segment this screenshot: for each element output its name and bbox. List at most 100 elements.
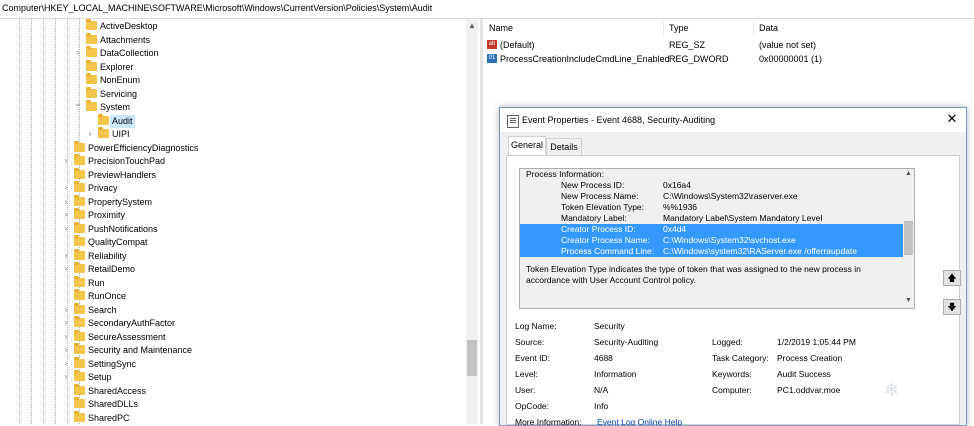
column-header-name[interactable]: Name xyxy=(489,23,513,33)
address-bar[interactable]: Computer\HKEY_LOCAL_MACHINE\SOFTWARE\Mic… xyxy=(0,0,974,19)
tree-item[interactable]: › Reliability xyxy=(0,248,460,263)
folder-icon xyxy=(74,316,85,327)
tree-item[interactable]: PreviewHandlers xyxy=(0,167,460,182)
opcode-value: Info xyxy=(594,401,609,411)
tree-item[interactable]: › Setup xyxy=(0,370,460,384)
column-separator[interactable] xyxy=(753,21,754,35)
description-scrollbar[interactable]: ▲ ▼ xyxy=(903,169,914,308)
folder-icon xyxy=(74,343,85,354)
tree-item-label: System xyxy=(100,102,131,112)
tree-item[interactable]: › UIPI xyxy=(0,127,460,141)
tree-item[interactable]: › Search xyxy=(0,302,460,317)
tree-item[interactable]: › SettingSync xyxy=(0,356,460,371)
folder-icon xyxy=(98,113,109,125)
chevron-right-icon[interactable]: › xyxy=(62,197,70,206)
previous-event-button[interactable]: 🡅 xyxy=(943,270,961,286)
chevron-right-icon[interactable]: › xyxy=(62,332,70,341)
scroll-down-icon[interactable]: ▼ xyxy=(903,297,914,304)
dialog-titlebar[interactable]: Event Properties - Event 4688, Security-… xyxy=(500,108,966,132)
tree-item-label: RetailDemo xyxy=(88,264,136,274)
tree-item[interactable]: SharedDLLs xyxy=(0,397,460,411)
tree-item-label: NonEnum xyxy=(100,75,141,85)
close-icon[interactable]: ✕ xyxy=(944,111,960,127)
column-separator[interactable] xyxy=(663,21,664,35)
tree-item-label: Security and Maintenance xyxy=(88,345,193,355)
description-scroll-thumb[interactable] xyxy=(904,221,913,255)
tree-item[interactable]: › PropertySystem xyxy=(0,194,460,209)
tree-scroll-thumb[interactable] xyxy=(467,340,477,376)
tree-item[interactable]: › PrecisionTouchPad xyxy=(0,154,460,168)
folder-icon xyxy=(74,410,85,422)
tree-item[interactable]: Run xyxy=(0,275,460,290)
tree-item[interactable]: › Proximity xyxy=(0,208,460,222)
tree-scrollbar[interactable]: ▲ xyxy=(466,19,478,424)
tree-item[interactable]: › SecondaryAuthFactor xyxy=(0,316,460,330)
tree-item[interactable]: Attachments xyxy=(0,32,460,47)
chevron-right-icon[interactable]: › xyxy=(62,183,70,192)
tab-general[interactable]: General xyxy=(508,136,546,156)
tree-item-label: SharedPC xyxy=(88,412,130,423)
tree-item[interactable]: › SecureAssessment xyxy=(0,329,460,344)
chevron-down-icon[interactable]: ⌄ xyxy=(74,99,82,108)
tree-item[interactable]: › Security and Maintenance xyxy=(0,343,460,357)
log-name-value: Security xyxy=(594,321,625,331)
chevron-right-icon[interactable]: › xyxy=(62,224,70,233)
scroll-up-icon[interactable]: ▲ xyxy=(467,21,477,30)
next-event-button[interactable]: 🡇 xyxy=(943,299,961,315)
snowflake-icon: ❄ xyxy=(884,380,900,400)
tree-item[interactable]: NonEnum xyxy=(0,73,460,87)
tree-item[interactable]: ⌄ System xyxy=(0,99,460,114)
tree-item-label: UIPI xyxy=(112,129,130,139)
tree-item[interactable]: › PushNotifications xyxy=(0,221,460,236)
description-heading: Process Information: xyxy=(526,169,604,179)
tree-item[interactable]: Servicing xyxy=(0,86,460,101)
tree-item[interactable]: RunOnce xyxy=(0,289,460,303)
logged-label: Logged: xyxy=(712,337,743,347)
chevron-right-icon[interactable]: › xyxy=(62,372,70,381)
chevron-right-icon[interactable]: › xyxy=(62,345,70,354)
event-id-value: 4688 xyxy=(594,353,613,363)
tree-item-label: QualityCompat xyxy=(88,237,148,247)
user-value: N/A xyxy=(594,385,609,395)
chevron-right-icon[interactable]: › xyxy=(62,305,70,314)
chevron-right-icon[interactable]: › xyxy=(62,251,70,260)
event-log-help-link[interactable]: Event Log Online Help xyxy=(597,417,682,425)
chevron-right-icon[interactable]: › xyxy=(74,48,82,57)
value-data: (value not set) xyxy=(759,40,817,50)
event-log-icon xyxy=(507,115,519,128)
tree-item-label: Attachments xyxy=(100,34,151,45)
chevron-right-icon[interactable]: › xyxy=(62,210,70,219)
tree-item-label: DataCollection xyxy=(100,48,159,58)
description-paragraph: accordance with User Account Control pol… xyxy=(526,275,696,285)
tree-item-label: Setup xyxy=(88,372,112,382)
tree-item[interactable]: Explorer xyxy=(0,59,460,74)
chevron-right-icon[interactable]: › xyxy=(62,156,70,165)
chevron-right-icon[interactable]: › xyxy=(62,264,70,273)
tree-item[interactable]: SharedPC xyxy=(0,410,460,425)
task-category-label: Task Category: xyxy=(712,353,769,363)
chevron-right-icon[interactable]: › xyxy=(62,318,70,327)
folder-icon xyxy=(74,140,85,152)
scroll-up-icon[interactable]: ▲ xyxy=(903,170,914,177)
chevron-right-icon[interactable]: › xyxy=(86,129,94,138)
column-header-type[interactable]: Type xyxy=(669,23,689,33)
folder-icon xyxy=(98,127,109,138)
tree-item[interactable]: SharedAccess xyxy=(0,383,460,398)
folder-icon xyxy=(74,181,85,192)
registry-tree[interactable]: ActiveDesktop Attachments › DataCollection E… xyxy=(0,19,480,424)
tree-item-label: SettingSync xyxy=(88,358,137,369)
tree-item[interactable]: › Privacy xyxy=(0,181,460,195)
tree-item[interactable]: QualityCompat xyxy=(0,235,460,249)
tab-details[interactable]: Details xyxy=(546,138,582,155)
tree-item[interactable]: › RetailDemo xyxy=(0,262,460,276)
event-description[interactable]: Process Information: New Process ID: 0x1… xyxy=(519,168,915,309)
chevron-right-icon[interactable]: › xyxy=(62,359,70,368)
tree-item[interactable]: ActiveDesktop xyxy=(0,19,460,33)
tree-item[interactable]: PowerEfficiencyDiagnostics xyxy=(0,140,460,155)
tree-item[interactable]: Audit xyxy=(0,113,460,128)
level-label: Level: xyxy=(515,369,538,379)
column-header-data[interactable]: Data xyxy=(759,23,778,33)
dword-value-icon: 01 xyxy=(487,54,497,63)
tree-item[interactable]: › DataCollection xyxy=(0,46,460,60)
tree-item-label: Proximity xyxy=(88,210,126,220)
